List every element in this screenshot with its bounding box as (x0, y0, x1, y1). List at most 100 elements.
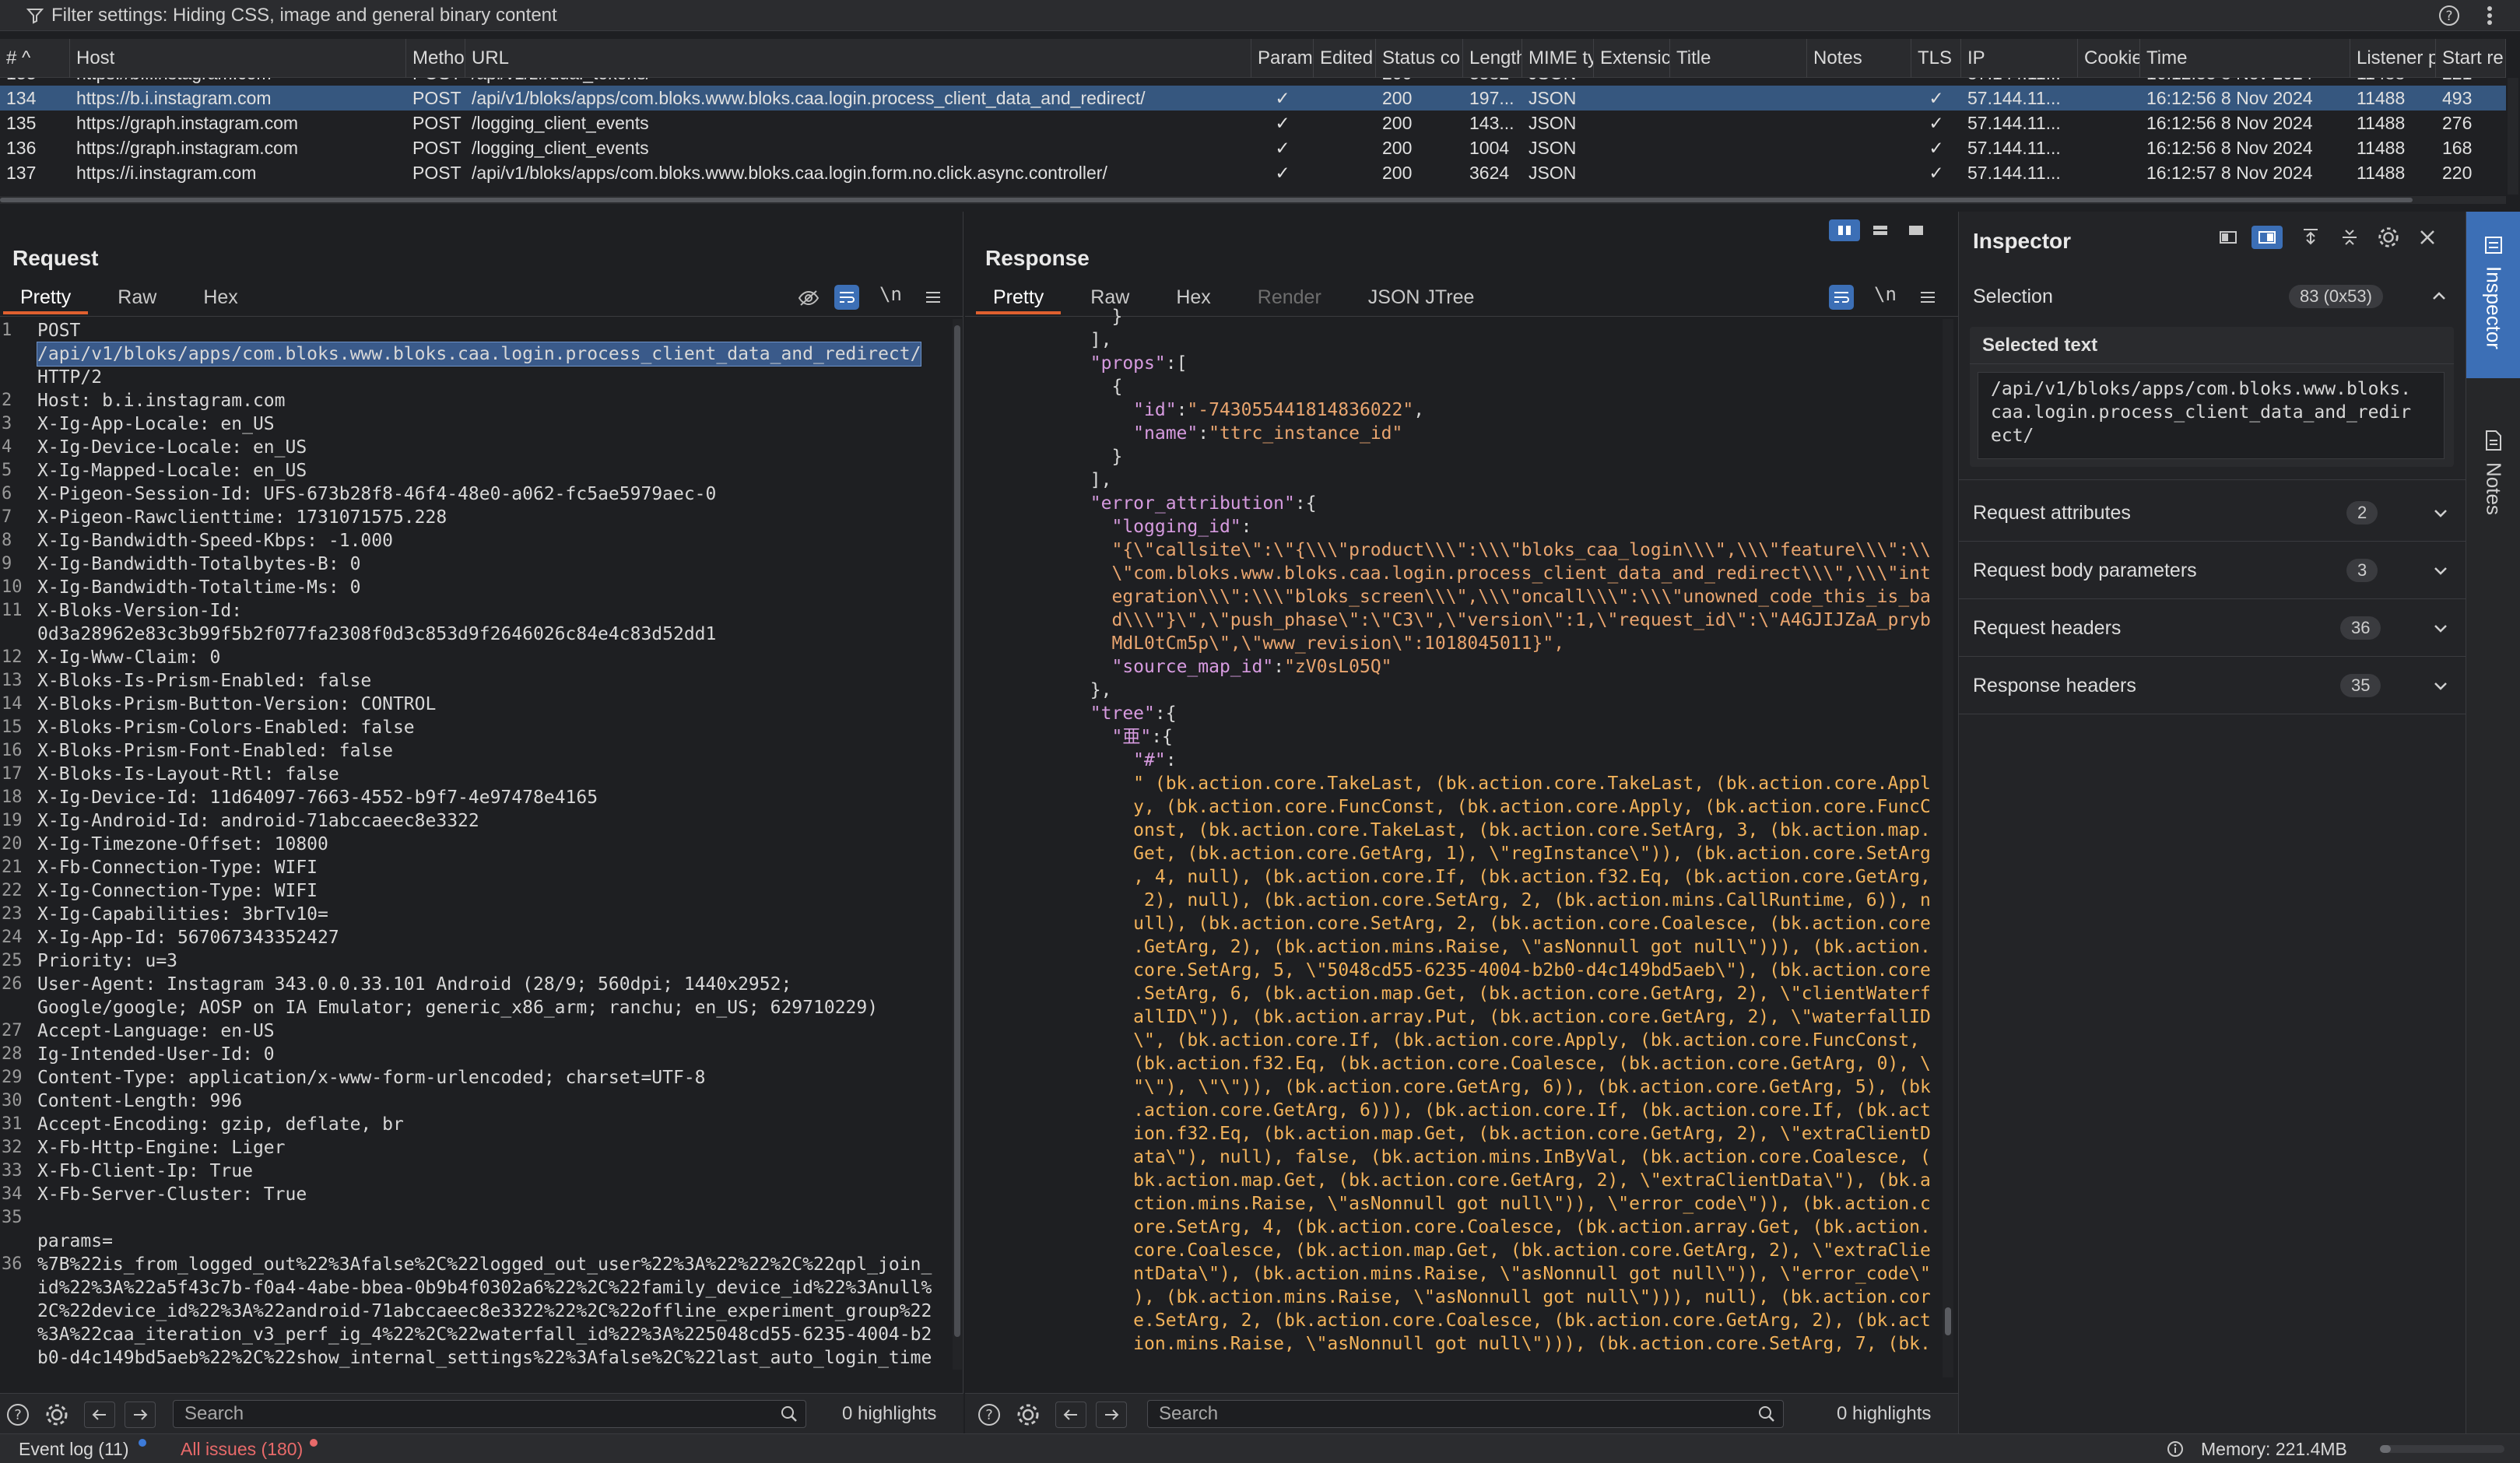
response-code-line: "{\"callsite\":\"{\\\"product\\\":\\\"bl… (1004, 540, 1931, 560)
response-code-line: ], (1004, 330, 1112, 350)
line-number (0, 1346, 26, 1370)
tab-raw[interactable]: Raw (88, 283, 174, 314)
request-headers-section[interactable]: Request headers 36 (1959, 599, 2466, 657)
chevron-down-icon[interactable] (2432, 657, 2449, 714)
table-cell-length: 197... (1469, 88, 1514, 108)
column-header-edited[interactable]: Edited (1314, 39, 1376, 78)
all-issues-link[interactable]: All issues (180) (181, 1434, 303, 1463)
chevron-down-icon[interactable] (2432, 599, 2449, 657)
column-header-ip[interactable]: IP (1961, 39, 2078, 78)
column-header-length[interactable]: Length (1463, 39, 1522, 78)
help-icon[interactable]: ? (5, 1402, 31, 1428)
column-header-params[interactable]: Param (1251, 39, 1314, 78)
request-code-line: POST (37, 321, 81, 341)
column-header-cookies[interactable]: Cookie (2078, 39, 2140, 78)
column-header-extension[interactable]: Extensic (1594, 39, 1670, 78)
table-cell-num: 134 (6, 88, 37, 108)
column-header-mime[interactable]: MIME ty (1522, 39, 1594, 78)
layout-stacked-icon[interactable] (2252, 226, 2283, 249)
expand-all-icon[interactable] (2295, 226, 2326, 249)
column-header-listener-port[interactable]: Listener p (2350, 39, 2436, 78)
table-row[interactable]: 135 https://graph.instagram.com POST/loggi… (0, 111, 2506, 135)
table-horizontal-scrollbar[interactable] (0, 196, 2506, 204)
tab-hex[interactable]: Hex (174, 283, 254, 314)
previous-match-icon[interactable] (1055, 1402, 1086, 1428)
column-header-number[interactable]: # ^ (0, 39, 70, 78)
request-code-line: X-Fb-Server-Cluster: True (37, 1184, 307, 1205)
close-icon[interactable] (2412, 226, 2443, 249)
request-tabs: Pretty Raw Hex (3, 283, 255, 314)
settings-gear-icon[interactable] (2373, 226, 2404, 249)
response-headers-section[interactable]: Response headers 35 (1959, 657, 2466, 714)
table-cell-method: POST (412, 88, 462, 108)
help-icon[interactable]: ? (2438, 4, 2461, 27)
response-editor[interactable]: } ], "props":[ { "id":"-7430554418148360… (965, 305, 1943, 1379)
next-match-icon[interactable] (1096, 1402, 1127, 1428)
request-editor-scrollbar[interactable] (953, 319, 962, 1370)
request-search-input[interactable]: Search (173, 1400, 806, 1428)
table-row[interactable]: 137 https://i.instagram.com POST/api/v1/bl… (0, 160, 2506, 185)
selected-text-box: Selected text /api/v1/bloks/apps/com.blo… (1970, 327, 2454, 467)
selection-section[interactable]: Selection 83 (0x53) (1959, 271, 2466, 322)
request-editor[interactable]: 1 2 3 4 5 6 7 8 9 10 11 12 13 14 15 16 17 18 19 20 21 22 23 24 2… (0, 319, 953, 1370)
column-header-status[interactable]: Status co (1376, 39, 1463, 78)
request-code-line: %3A%22caa_iteration_v3_perf_ig_4%22%2C%2… (37, 1324, 932, 1345)
column-header-notes[interactable]: Notes (1807, 39, 1911, 78)
newline-toggle[interactable]: \n (1874, 283, 1897, 305)
table-row[interactable]: 133https://b.i.instagram.comPOST/api/v1/… (0, 78, 2506, 86)
line-number: 25 (2, 951, 23, 970)
table-cell-port: 11488 (2357, 88, 2406, 108)
side-tab-notes[interactable]: Notes (2466, 430, 2520, 554)
table-row[interactable]: 134 https://b.i.instagram.com POST/api/v1/… (0, 86, 2506, 111)
menu-icon[interactable] (921, 286, 945, 308)
chevron-down-icon[interactable] (2432, 484, 2449, 542)
filter-bar[interactable]: Filter settings: Hiding CSS, image and g… (0, 0, 2520, 31)
search-placeholder: Search (184, 1403, 244, 1424)
word-wrap-icon[interactable] (834, 285, 859, 310)
column-header-tls[interactable]: TLS (1911, 39, 1961, 78)
request-code-line: X-Bloks-Prism-Colors-Enabled: false (37, 717, 415, 738)
request-attributes-section[interactable]: Request attributes 2 (1959, 484, 2466, 542)
request-body-parameters-section[interactable]: Request body parameters 3 (1959, 542, 2466, 599)
inspector-toolbar (2213, 226, 2443, 249)
response-code-line: 2), null), (bk.action.core.SetArg, 2, (b… (1004, 890, 1931, 910)
table-cell-url: /api/v1/zr/dual_tokens/ (465, 78, 1251, 86)
side-tab-inspector[interactable]: Inspector (2466, 212, 2520, 378)
line-number: 15 (2, 717, 23, 737)
layout-side-by-side-icon[interactable] (1829, 219, 1860, 241)
more-options-icon[interactable] (2478, 4, 2501, 27)
column-header-start-response-timer[interactable]: Start re (2436, 39, 2506, 78)
layout-side-by-side-icon[interactable] (2213, 226, 2244, 249)
response-editor-scrollbar[interactable] (1943, 319, 1953, 1377)
previous-match-icon[interactable] (84, 1402, 115, 1428)
hide-nonprintable-icon[interactable] (797, 286, 820, 310)
table-vertical-scrollbar[interactable] (2508, 78, 2518, 195)
layout-stacked-icon[interactable] (1865, 219, 1896, 241)
selection-badge: 83 (0x53) (2289, 285, 2383, 308)
table-row[interactable]: 136 https://graph.instagram.com POST/loggi… (0, 135, 2506, 160)
column-header-method[interactable]: Metho (406, 39, 465, 78)
next-match-icon[interactable] (125, 1402, 156, 1428)
table-cell-url: /api/v1/bloks/apps/com.bloks.www.bloks.c… (472, 163, 1107, 183)
settings-gear-icon[interactable] (1015, 1402, 1041, 1428)
selected-text-value[interactable]: /api/v1/bloks/apps/com.bloks.www.bloks. … (1978, 372, 2445, 459)
response-search-input[interactable]: Search (1147, 1400, 1784, 1428)
chevron-down-icon[interactable] (2432, 542, 2449, 599)
request-code-line: X-Ig-App-Locale: en_US (37, 414, 275, 434)
table-cell-params: ✓ (1251, 78, 1314, 86)
table-cell-time: 16:12:56 8 Nov 2024 (2146, 88, 2313, 108)
newline-toggle[interactable]: \n (879, 283, 902, 305)
layout-tabs-icon[interactable] (1901, 219, 1932, 241)
line-number: 24 (2, 928, 23, 947)
column-header-url[interactable]: URL (465, 39, 1251, 78)
column-header-title[interactable]: Title (1670, 39, 1807, 78)
line-number: 6 (2, 484, 12, 503)
help-icon[interactable]: ? (976, 1402, 1002, 1428)
settings-gear-icon[interactable] (44, 1402, 70, 1428)
collapse-all-icon[interactable] (2334, 226, 2365, 249)
column-header-time[interactable]: Time (2140, 39, 2350, 78)
chevron-up-icon[interactable] (2431, 288, 2448, 305)
event-log-link[interactable]: Event log (11) (19, 1434, 128, 1463)
tab-pretty[interactable]: Pretty (3, 283, 89, 314)
column-header-host[interactable]: Host (70, 39, 406, 78)
